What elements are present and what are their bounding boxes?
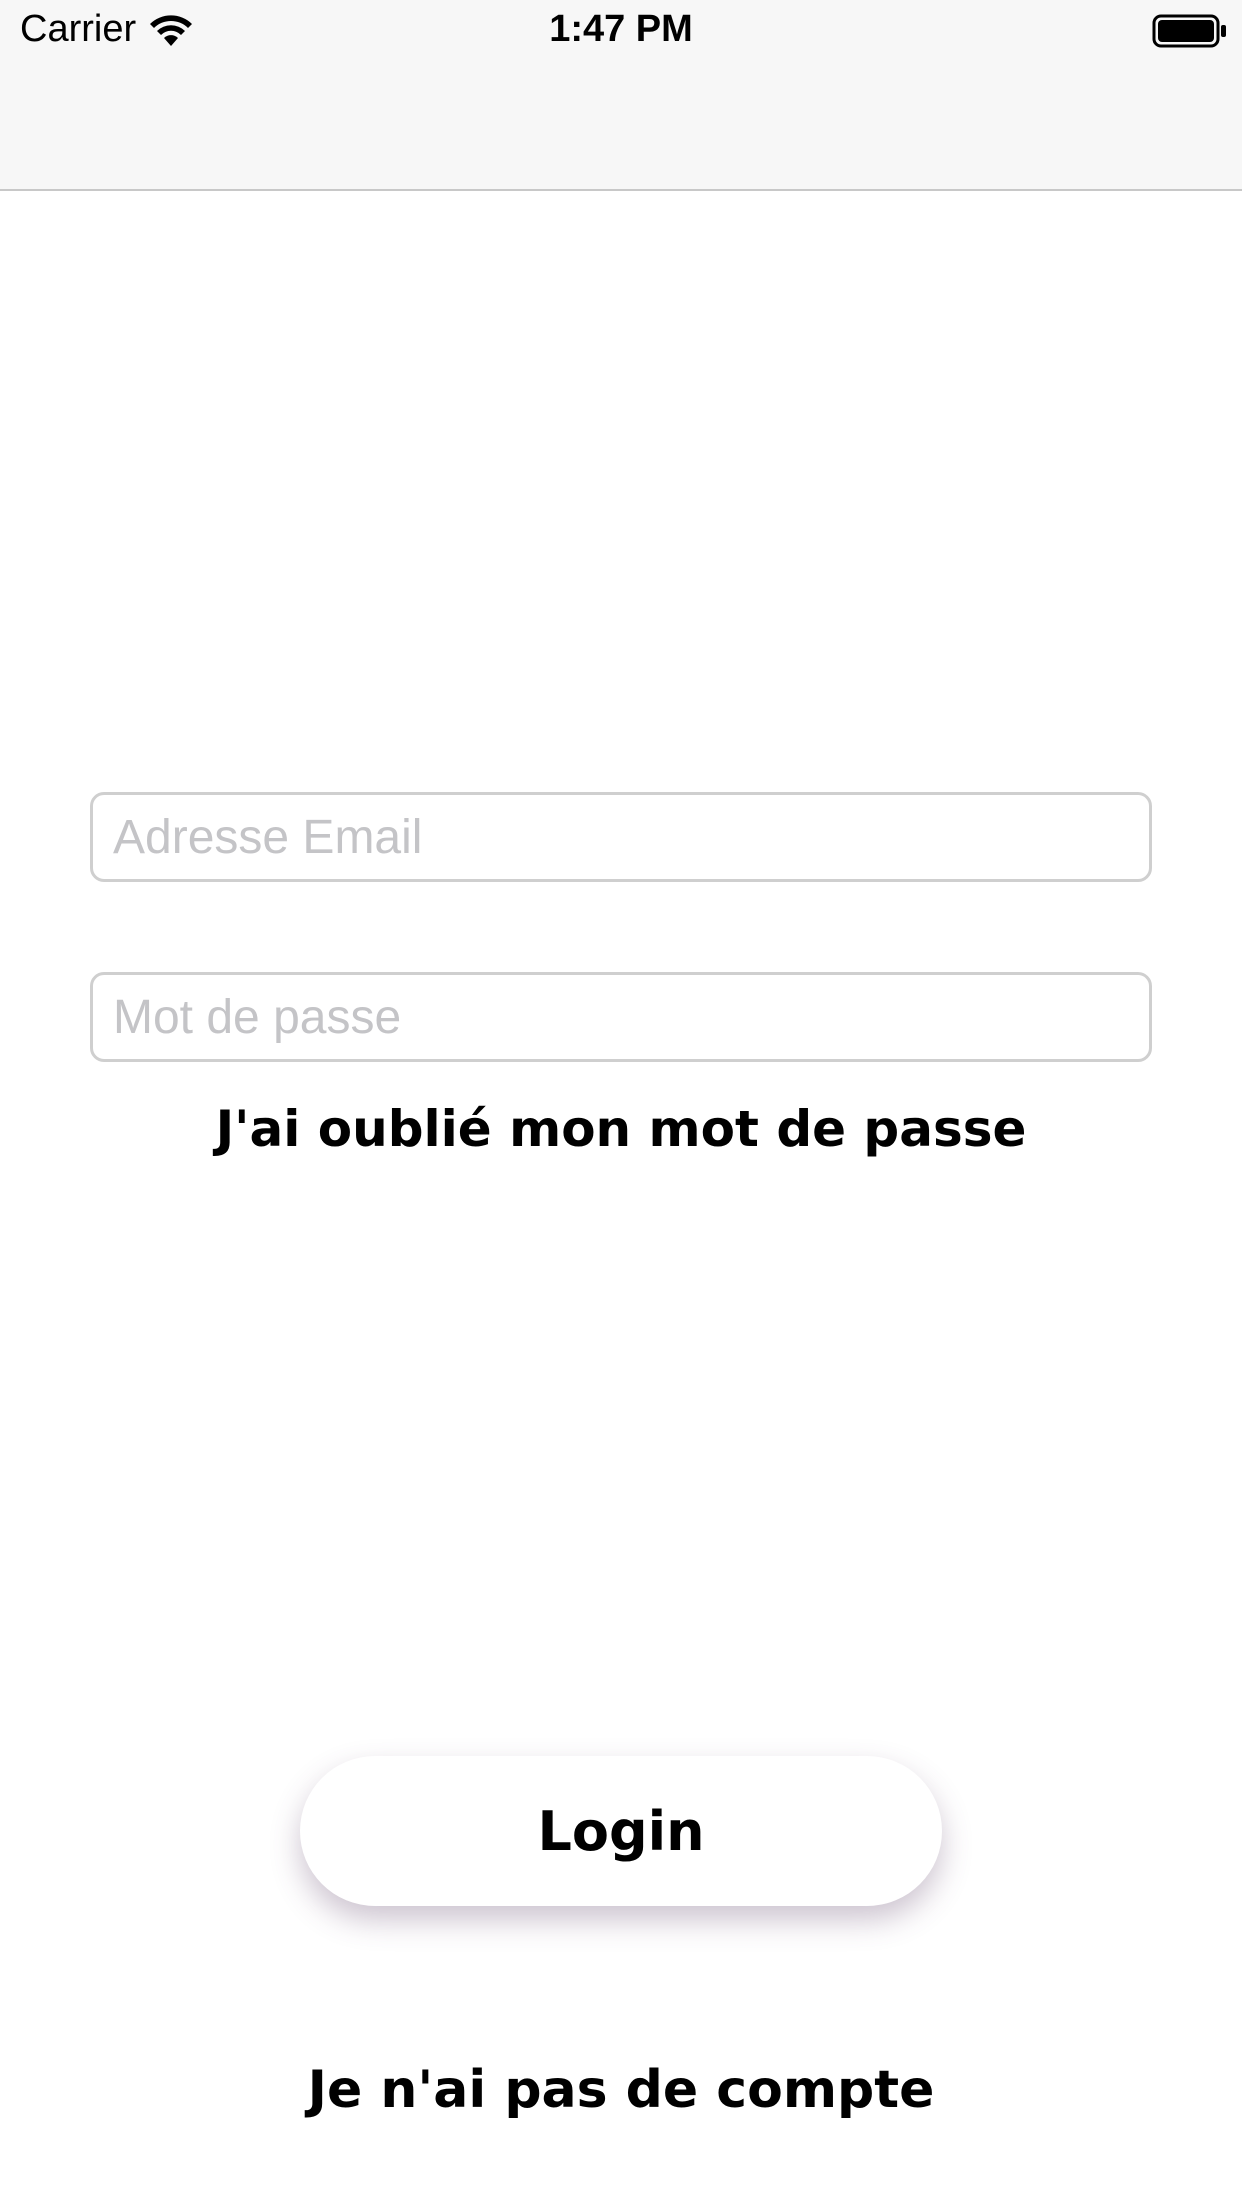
navigation-bar: [0, 62, 1242, 191]
email-field[interactable]: [90, 792, 1152, 882]
no-account-link[interactable]: Je n'ai pas de compte: [0, 2060, 1242, 2120]
password-field[interactable]: [90, 972, 1152, 1062]
forgot-password-link[interactable]: J'ai oublié mon mot de passe: [0, 1100, 1242, 1158]
battery-icon: [1152, 14, 1226, 48]
login-button[interactable]: Login: [300, 1756, 942, 1906]
status-bar: Carrier 1:47 PM: [0, 0, 1242, 62]
status-time: 1:47 PM: [549, 8, 693, 50]
